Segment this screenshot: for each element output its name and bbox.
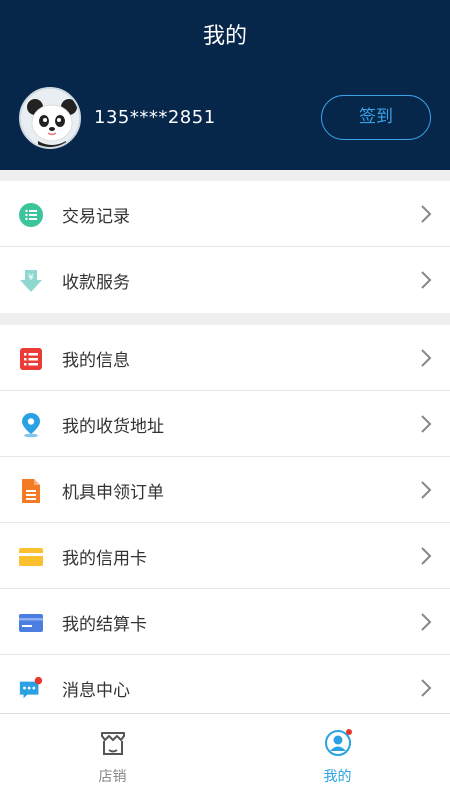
avatar[interactable]	[19, 87, 81, 149]
chevron-right-icon	[421, 415, 432, 433]
page-title: 我的	[202, 24, 247, 49]
profile-header: 我的 135****2851 签到	[0, 0, 450, 170]
chevron-right-icon	[421, 271, 432, 289]
user-icon	[325, 729, 352, 756]
chevron-right-icon	[421, 349, 432, 367]
notification-badge	[34, 676, 43, 685]
menu-item-shipping-address[interactable]: 我的收货地址	[0, 391, 450, 457]
menu-item-credit-card[interactable]: 我的信用卡	[0, 523, 450, 589]
tab-store[interactable]: 店销	[0, 714, 225, 800]
settlement-card-icon	[18, 610, 44, 636]
menu-item-settlement-card[interactable]: 我的结算卡	[0, 589, 450, 655]
credit-card-icon	[18, 544, 44, 570]
menu-item-payment-service[interactable]: ¥ 收款服务	[0, 247, 450, 313]
my-info-icon	[18, 346, 44, 372]
phone-number: 135****2851	[94, 107, 216, 128]
message-icon	[18, 676, 44, 702]
menu-item-label: 消息中心	[62, 681, 130, 701]
chevron-right-icon	[421, 613, 432, 631]
menu-item-device-order[interactable]: 机具申领订单	[0, 457, 450, 523]
tab-label: 我的	[323, 769, 352, 785]
menu-item-transaction-record[interactable]: 交易记录	[0, 181, 450, 247]
tab-mine[interactable]: 我的	[225, 714, 450, 800]
payment-service-icon: ¥	[18, 268, 44, 294]
menu-item-label: 我的收货地址	[62, 417, 164, 437]
store-icon	[101, 732, 125, 755]
location-pin-icon	[18, 412, 44, 438]
chevron-right-icon	[421, 679, 432, 697]
chevron-right-icon	[421, 481, 432, 499]
menu-item-label: 我的信用卡	[62, 549, 147, 569]
signin-button[interactable]: 签到	[321, 95, 431, 140]
menu-item-message-center[interactable]: 消息中心	[0, 655, 450, 721]
document-icon	[18, 478, 44, 504]
svg-text:¥: ¥	[28, 273, 34, 283]
transaction-record-icon	[18, 202, 44, 228]
menu-item-label: 机具申领订单	[62, 483, 164, 503]
bottom-navigation: 店销 我的	[0, 713, 450, 800]
chevron-right-icon	[421, 547, 432, 565]
menu-item-label: 我的结算卡	[62, 615, 147, 635]
menu-group-transactions: 交易记录 ¥ 收款服务	[0, 181, 450, 313]
menu-item-my-info[interactable]: 我的信息	[0, 325, 450, 391]
menu-item-label: 我的信息	[62, 351, 130, 371]
menu-group-account: 我的信息 我的收货地址 机具申领订单 我的信用卡 我的结算卡 消息中心	[0, 325, 450, 721]
chevron-right-icon	[421, 205, 432, 223]
tab-label: 店销	[98, 769, 127, 785]
menu-item-label: 收款服务	[62, 273, 130, 293]
menu-item-label: 交易记录	[62, 207, 130, 227]
